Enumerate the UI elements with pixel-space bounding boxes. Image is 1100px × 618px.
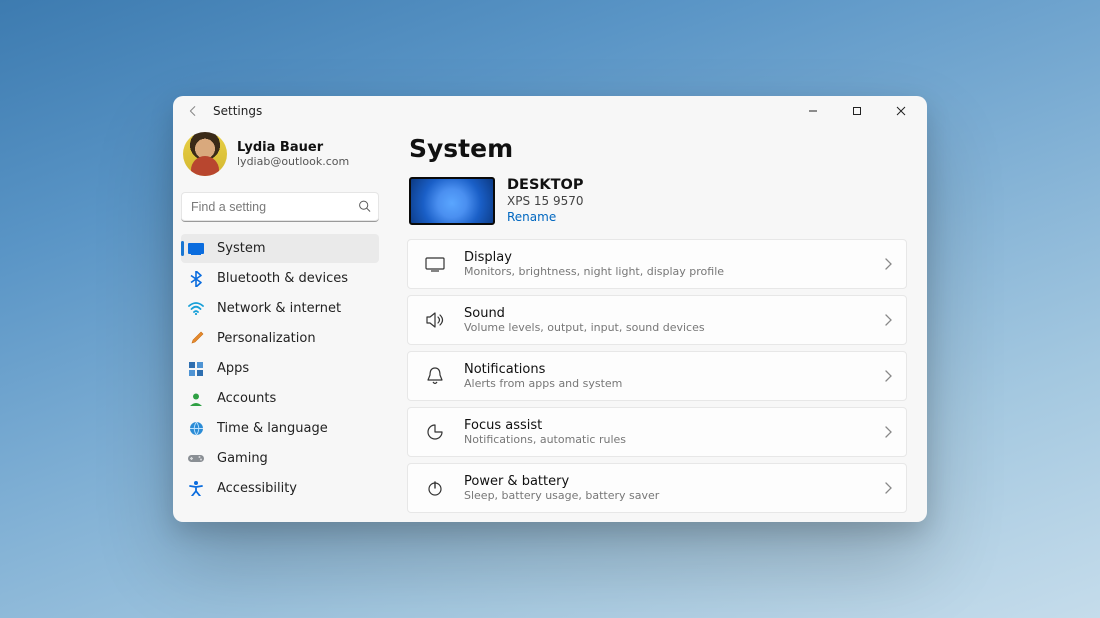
gaming-icon (187, 450, 205, 468)
wifi-icon (187, 300, 205, 318)
back-arrow-icon (186, 104, 200, 118)
card-notifications[interactable]: Notifications Alerts from apps and syste… (407, 351, 907, 401)
page-title: System (409, 134, 907, 163)
sidebar-item-label: System (217, 241, 265, 256)
display-icon (424, 253, 446, 275)
card-subtitle: Sleep, battery usage, battery saver (464, 489, 884, 502)
card-title: Sound (464, 306, 884, 321)
sidebar-item-label: Accounts (217, 391, 276, 406)
nav: System Bluetooth & devices Network & int… (181, 234, 379, 503)
search-box (181, 192, 379, 222)
power-icon (424, 477, 446, 499)
card-title: Display (464, 250, 884, 265)
card-subtitle: Monitors, brightness, night light, displ… (464, 265, 884, 278)
sidebar-item-label: Gaming (217, 451, 268, 466)
chevron-right-icon (884, 311, 892, 330)
card-sound[interactable]: Sound Volume levels, output, input, soun… (407, 295, 907, 345)
sidebar-item-accounts[interactable]: Accounts (181, 384, 379, 413)
titlebar: Settings (173, 96, 927, 126)
system-icon (187, 240, 205, 258)
chevron-right-icon (884, 479, 892, 498)
apps-icon (187, 360, 205, 378)
minimize-button[interactable] (791, 96, 835, 126)
settings-window: Settings Lydia Bauer lydiab@outlook.com (173, 96, 927, 522)
sidebar-item-personalization[interactable]: Personalization (181, 324, 379, 353)
close-button[interactable] (879, 96, 923, 126)
card-title: Notifications (464, 362, 884, 377)
card-display[interactable]: Display Monitors, brightness, night ligh… (407, 239, 907, 289)
device-summary: DESKTOP XPS 15 9570 Rename (409, 177, 907, 225)
card-subtitle: Alerts from apps and system (464, 377, 884, 390)
accessibility-icon (187, 480, 205, 498)
window-title: Settings (213, 104, 262, 118)
sidebar-item-gaming[interactable]: Gaming (181, 444, 379, 473)
focus-icon (424, 421, 446, 443)
sidebar-item-label: Personalization (217, 331, 316, 346)
sidebar-item-label: Time & language (217, 421, 328, 436)
rename-link[interactable]: Rename (507, 210, 584, 224)
main: System DESKTOP XPS 15 9570 Rename Displa… (387, 126, 927, 522)
card-subtitle: Volume levels, output, input, sound devi… (464, 321, 884, 334)
device-name: DESKTOP (507, 177, 584, 193)
search-icon (358, 198, 371, 217)
bluetooth-icon (187, 270, 205, 288)
notifications-icon (424, 365, 446, 387)
avatar (183, 132, 227, 176)
profile[interactable]: Lydia Bauer lydiab@outlook.com (181, 128, 379, 186)
account-icon (187, 390, 205, 408)
card-subtitle: Notifications, automatic rules (464, 433, 884, 446)
sidebar-item-accessibility[interactable]: Accessibility (181, 474, 379, 503)
card-title: Focus assist (464, 418, 884, 433)
minimize-icon (808, 106, 818, 116)
card-power-battery[interactable]: Power & battery Sleep, battery usage, ba… (407, 463, 907, 513)
maximize-icon (852, 106, 862, 116)
sidebar: Lydia Bauer lydiab@outlook.com System Bl… (173, 126, 387, 522)
brush-icon (187, 330, 205, 348)
device-model: XPS 15 9570 (507, 194, 584, 208)
chevron-right-icon (884, 255, 892, 274)
sidebar-item-network[interactable]: Network & internet (181, 294, 379, 323)
sidebar-item-label: Accessibility (217, 481, 297, 496)
sound-icon (424, 309, 446, 331)
sidebar-item-label: Apps (217, 361, 249, 376)
window-controls (791, 96, 923, 126)
search-input[interactable] (181, 192, 379, 222)
chevron-right-icon (884, 423, 892, 442)
card-title: Power & battery (464, 474, 884, 489)
sidebar-item-apps[interactable]: Apps (181, 354, 379, 383)
sidebar-item-label: Bluetooth & devices (217, 271, 348, 286)
profile-name: Lydia Bauer (237, 140, 349, 155)
settings-cards: Display Monitors, brightness, night ligh… (407, 239, 907, 513)
globe-icon (187, 420, 205, 438)
sidebar-item-label: Network & internet (217, 301, 341, 316)
sidebar-item-time-language[interactable]: Time & language (181, 414, 379, 443)
device-thumbnail (409, 177, 495, 225)
card-focus-assist[interactable]: Focus assist Notifications, automatic ru… (407, 407, 907, 457)
sidebar-item-system[interactable]: System (181, 234, 379, 263)
maximize-button[interactable] (835, 96, 879, 126)
close-icon (896, 106, 906, 116)
profile-email: lydiab@outlook.com (237, 155, 349, 168)
chevron-right-icon (884, 367, 892, 386)
back-button[interactable] (181, 99, 205, 123)
sidebar-item-bluetooth[interactable]: Bluetooth & devices (181, 264, 379, 293)
